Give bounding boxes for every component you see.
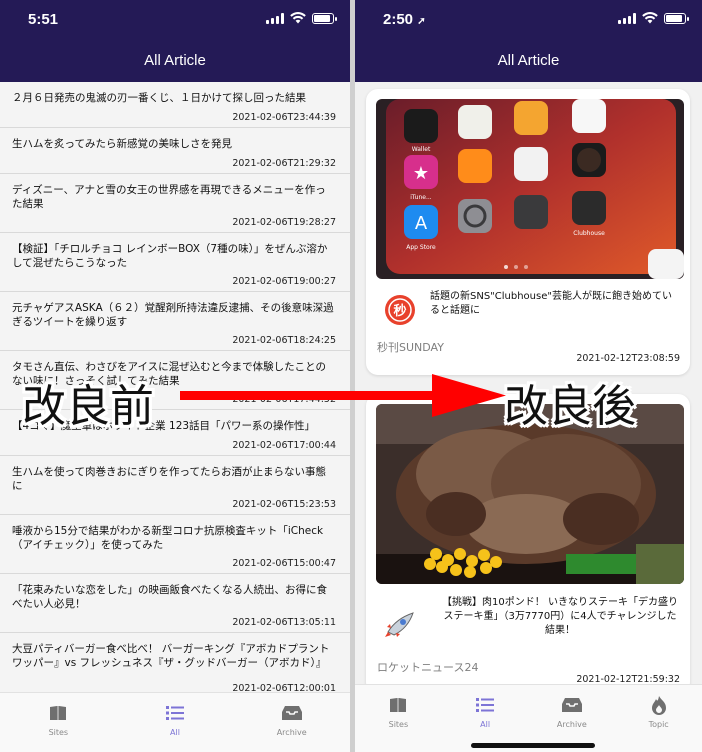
app-header: 5:51 All Article xyxy=(0,0,350,82)
archive-icon xyxy=(561,695,583,715)
article-card[interactable]: 【挑戦】肉10ポンド！ いきなりステーキ「デカ盛りステーキ重」（3万7770円）… xyxy=(366,394,690,694)
article-date: 2021-02-06T15:00:47 xyxy=(232,558,336,569)
article-row[interactable]: 唾液から15分で結果がわかる新型コロナ抗原検査キット「iCheck（アイチェック… xyxy=(0,515,350,574)
tab-label: Archive xyxy=(276,728,307,737)
tab-sites[interactable]: Sites xyxy=(0,693,117,752)
article-row[interactable]: 「花束みたいな恋をした」の映画飯食べたくなる人続出、お得に食べたい人必見！ 202… xyxy=(0,574,350,633)
article-title: 生ハムを炙ってみたら新感覚の美味しさを発見 xyxy=(12,138,232,150)
article-date: 2021-02-06T18:24:25 xyxy=(232,335,336,346)
article-title: 話題の新SNS"Clubhouse"芸能人が既に飽き始めていると話題に xyxy=(430,291,672,316)
article-thumbnail: ★ A Wallet iTune... App Store Clubhouse xyxy=(376,99,684,279)
arrow-icon xyxy=(180,374,506,417)
before-label: 改良前 xyxy=(22,381,154,432)
location-arrow-icon: ➚ xyxy=(417,16,426,27)
article-date: 2021-02-06T17:00:44 xyxy=(232,440,336,451)
tab-label: All xyxy=(170,728,180,737)
tab-archive[interactable]: Archive xyxy=(233,693,350,752)
article-title: 【挑戦】肉10ポンド！ いきなりステーキ「デカ盛りステーキ重」（3万7770円）… xyxy=(442,597,678,636)
archive-icon xyxy=(281,703,303,723)
status-icons xyxy=(618,12,689,24)
source-logo-icon: 秒 xyxy=(385,295,415,325)
list-icon xyxy=(164,703,186,723)
tab-all[interactable]: All xyxy=(442,685,529,752)
article-date: 2021-02-06T23:44:39 xyxy=(232,112,336,123)
cellular-signal-icon xyxy=(266,12,284,24)
flame-icon xyxy=(648,695,670,715)
article-row[interactable]: 大豆パティバーガー食べ比べ！ バーガーキング『アボカドプラントワッパー』vs フ… xyxy=(0,633,350,692)
article-row[interactable]: 【検証】「チロルチョコ レインボーBOX（7種の味）」をぜんぶ溶かして混ぜたらこ… xyxy=(0,233,350,292)
article-row[interactable]: ディズニー、アナと雪の女王の世界感を再現できるメニューを作った結果 2021-02… xyxy=(0,174,350,233)
status-time: 2:50 ➚ xyxy=(383,11,426,28)
rocket-icon xyxy=(385,612,414,637)
article-card[interactable]: ★ A Wallet iTune... App Store Clubhouse xyxy=(366,89,690,375)
book-icon xyxy=(47,703,69,723)
wifi-icon xyxy=(290,12,306,24)
page-title: All Article xyxy=(497,52,560,69)
tab-label: All xyxy=(480,720,491,729)
tab-all[interactable]: All xyxy=(117,693,234,752)
svg-text:秒: 秒 xyxy=(393,303,406,319)
article-date: 2021-02-06T15:23:53 xyxy=(232,499,336,510)
tab-bar: Sites All Archive xyxy=(0,692,350,752)
svg-text:★: ★ xyxy=(413,163,429,184)
article-row[interactable]: 生ハムを炙ってみたら新感覚の美味しさを発見 2021-02-06T21:29:32 xyxy=(0,128,350,174)
article-date: 2021-02-06T19:00:27 xyxy=(232,276,336,287)
svg-text:Wallet: Wallet xyxy=(412,146,431,153)
article-date: 2021-02-06T12:00:01 xyxy=(232,683,336,692)
svg-text:A: A xyxy=(415,213,428,234)
svg-text:Clubhouse: Clubhouse xyxy=(573,230,605,237)
page-title: All Article xyxy=(144,52,206,69)
article-date: 2021-02-06T19:28:27 xyxy=(232,217,336,228)
tab-label: Sites xyxy=(388,720,409,729)
article-date: 2021-02-06T13:05:11 xyxy=(232,617,336,628)
article-date: 2021-02-06T21:29:32 xyxy=(232,158,336,169)
battery-icon xyxy=(312,12,337,24)
tab-label: Topic xyxy=(648,720,669,729)
svg-text:iTune...: iTune... xyxy=(410,194,432,201)
article-title: ディズニー、アナと雪の女王の世界感を再現できるメニューを作った結果 xyxy=(12,184,326,210)
status-icons xyxy=(266,12,337,24)
article-row[interactable]: ２月６日発売の鬼滅の刃一番くじ、１日かけて探し回った結果 2021-02-06T2… xyxy=(0,82,350,128)
article-row[interactable]: 元チャゲアスASKA（６２）覚醒剤所持法違反逮捕、その後意味深過ぎるツイートを繰… xyxy=(0,292,350,351)
article-date: 2021-02-12T23:08:59 xyxy=(576,353,680,364)
after-label: 改良後 xyxy=(504,381,636,432)
article-title: 元チャゲアスASKA（６２）覚醒剤所持法違反逮捕、その後意味深過ぎるツイートを繰… xyxy=(12,302,334,328)
article-title: 大豆パティバーガー食べ比べ！ バーガーキング『アボカドプラントワッパー』vs フ… xyxy=(12,643,330,669)
tab-bar: Sites All Archive Topic xyxy=(355,684,702,752)
article-row[interactable]: 生ハムを使って肉巻きおにぎりを作ってたらお酒が止まらない事態に 2021-02-0… xyxy=(0,456,350,515)
wifi-icon xyxy=(642,12,658,24)
home-indicator xyxy=(471,743,595,748)
book-icon xyxy=(387,695,409,715)
list-icon xyxy=(474,695,496,715)
tab-sites[interactable]: Sites xyxy=(355,685,442,752)
article-title: ２月６日発売の鬼滅の刃一番くじ、１日かけて探し回った結果 xyxy=(12,92,306,104)
article-title: 【検証】「チロルチョコ レインボーBOX（7種の味）」をぜんぶ溶かして混ぜたらこ… xyxy=(12,243,328,269)
tab-topic[interactable]: Topic xyxy=(615,685,702,752)
article-title: 生ハムを使って肉巻きおにぎりを作ってたらお酒が止まらない事態に xyxy=(12,466,326,492)
tab-label: Archive xyxy=(556,720,587,729)
status-time: 5:51 xyxy=(28,11,59,28)
svg-text:App Store: App Store xyxy=(406,244,436,251)
article-title: 唾液から15分で結果がわかる新型コロナ抗原検査キット「iCheck（アイチェック… xyxy=(12,525,324,551)
tab-label: Sites xyxy=(48,728,69,737)
article-source: ロケットニュース24 xyxy=(377,661,479,674)
article-source: 秒刊SUNDAY xyxy=(377,341,444,354)
tab-archive[interactable]: Archive xyxy=(529,685,616,752)
cellular-signal-icon xyxy=(618,12,636,24)
article-title: 「花束みたいな恋をした」の映画飯食べたくなる人続出、お得に食べたい人必見！ xyxy=(12,584,327,610)
app-header: 2:50 ➚ All Article xyxy=(355,0,702,82)
battery-icon xyxy=(664,12,689,24)
